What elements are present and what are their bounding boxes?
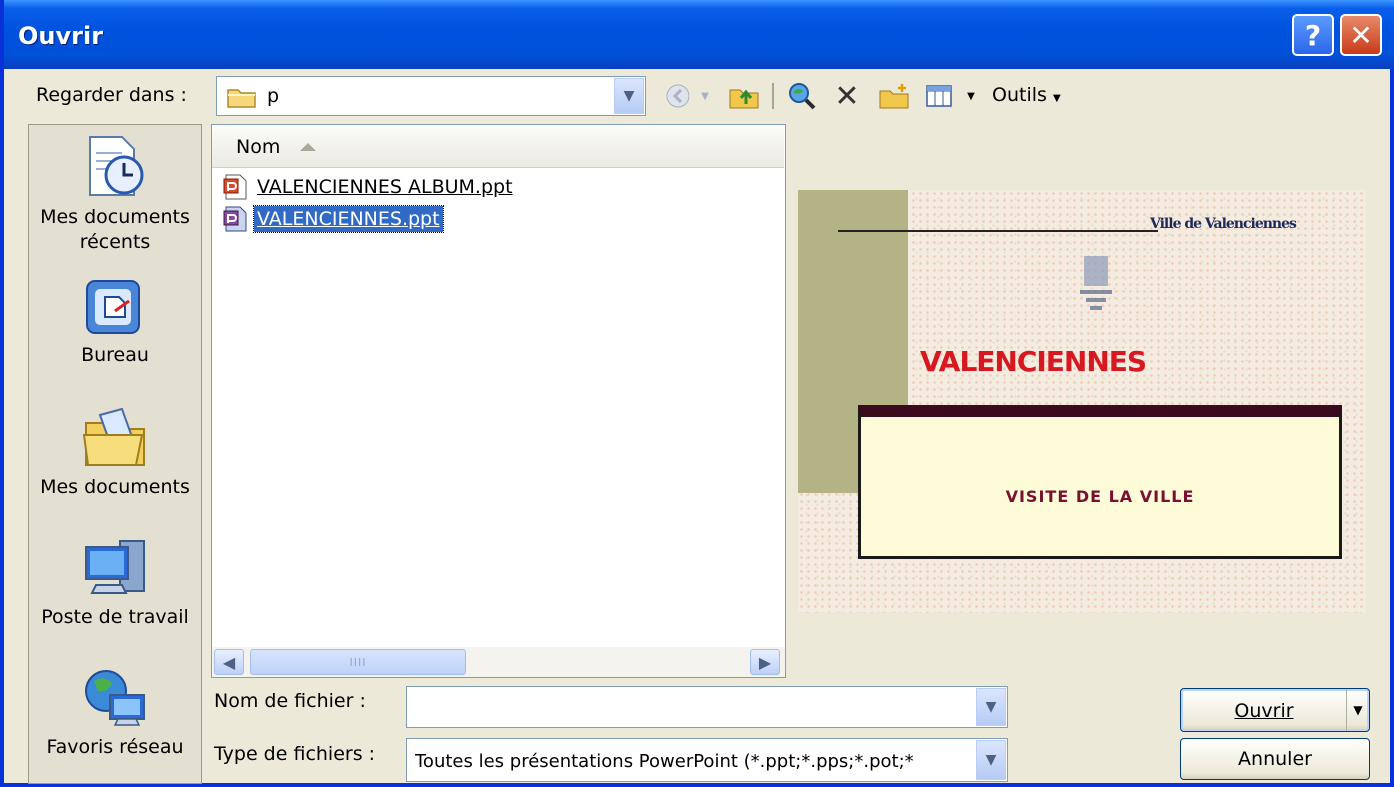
scroll-thumb[interactable]: IIII — [250, 649, 466, 675]
chevron-down-icon[interactable]: ▼ — [614, 78, 644, 114]
file-name-input[interactable]: ▼ — [406, 686, 1008, 728]
sort-ascending-icon — [300, 143, 316, 151]
place-my-computer[interactable]: Poste de travail — [29, 535, 201, 630]
powerpoint-file-icon — [223, 174, 247, 200]
file-list[interactable]: Nom VALENCIENNES ALBUM.ppt VALENCIENNES.… — [211, 124, 786, 678]
scroll-left-button[interactable]: ◀ — [214, 649, 244, 675]
views-icon[interactable] — [922, 78, 956, 114]
open-button-label: Ouvrir — [1234, 700, 1294, 722]
close-button[interactable]: ✕ — [1340, 14, 1382, 56]
network-places-icon — [85, 670, 145, 726]
place-label: Favoris réseau — [46, 736, 184, 758]
help-button[interactable]: ? — [1292, 14, 1334, 56]
city-crest-icon — [1080, 256, 1112, 310]
preview-logo: Ville de Valenciennes — [1150, 216, 1297, 232]
views-dropdown-icon[interactable]: ▼ — [962, 78, 980, 114]
file-name-label: Nom de fichier : — [214, 690, 366, 712]
close-icon: ✕ — [1349, 18, 1373, 52]
help-icon: ? — [1304, 18, 1322, 52]
look-in-combo[interactable]: p ▼ — [216, 76, 646, 116]
places-bar: Mes documents récents Bureau Mes documen… — [28, 124, 202, 784]
place-label: Bureau — [81, 344, 149, 366]
my-documents-icon — [82, 407, 145, 466]
column-header-name[interactable]: Nom — [212, 125, 784, 168]
horizontal-scrollbar[interactable]: ◀ IIII ▶ — [212, 647, 785, 677]
list-item[interactable]: VALENCIENNES.ppt — [222, 203, 444, 235]
chevron-down-icon: ▼ — [1052, 93, 1061, 104]
toolbar-separator — [770, 78, 776, 114]
tools-label: Outils — [992, 84, 1047, 106]
place-label: Poste de travail — [41, 606, 189, 628]
file-type-value: Toutes les présentations PowerPoint (*.p… — [415, 751, 914, 772]
tools-menu[interactable]: Outils ▼ — [992, 84, 1061, 106]
look-in-value: p — [267, 85, 280, 107]
preview-title: VALENCIENNES — [920, 345, 1147, 378]
place-desktop[interactable]: Bureau — [29, 275, 201, 368]
file-name: VALENCIENNES.ppt — [253, 205, 444, 233]
file-preview: Ville de Valenciennes VALENCIENNES VISIT… — [798, 190, 1366, 613]
scroll-thumb-grip: IIII — [349, 655, 367, 669]
open-options-dropdown[interactable]: ▼ — [1346, 689, 1369, 731]
preview-subtitle: VISITE DE LA VILLE — [1005, 487, 1195, 506]
place-network[interactable]: Favoris réseau — [29, 665, 201, 760]
recent-documents-icon — [89, 136, 144, 196]
place-recent-documents[interactable]: Mes documents récents — [29, 131, 201, 255]
cancel-button[interactable]: Annuler — [1180, 738, 1370, 780]
scroll-right-button[interactable]: ▶ — [750, 649, 780, 675]
search-web-icon[interactable] — [784, 78, 820, 114]
back-dropdown-icon[interactable]: ▼ — [696, 78, 714, 114]
open-dialog: Ouvrir ? ✕ Regarder dans : p ▼ ▼ ✕ ▼ Out… — [0, 0, 1394, 787]
preview-rule — [838, 230, 1158, 232]
window-title: Ouvrir — [18, 22, 104, 50]
delete-icon[interactable]: ✕ — [830, 78, 864, 114]
powerpoint-file-icon — [223, 206, 247, 232]
look-in-label: Regarder dans : — [36, 84, 187, 106]
place-label: Mes documents — [40, 476, 190, 498]
chevron-down-icon: ▼ — [1353, 703, 1363, 717]
new-folder-icon[interactable] — [876, 78, 912, 114]
preview-subtitle-box: VISITE DE LA VILLE — [858, 405, 1342, 559]
place-my-documents[interactable]: Mes documents — [29, 405, 201, 500]
chevron-down-icon[interactable]: ▼ — [976, 688, 1006, 726]
chevron-down-icon[interactable]: ▼ — [976, 740, 1006, 780]
back-icon[interactable] — [662, 78, 694, 114]
chevron-left-icon: ◀ — [222, 652, 236, 672]
cancel-button-label: Annuler — [1238, 748, 1312, 770]
file-name: VALENCIENNES ALBUM.ppt — [257, 176, 513, 198]
file-type-label: Type de fichiers : — [214, 743, 376, 765]
open-button[interactable]: Ouvrir ▼ — [1180, 688, 1370, 732]
column-header-label: Nom — [236, 136, 281, 158]
title-bar[interactable]: Ouvrir ? ✕ — [4, 0, 1394, 69]
file-type-select[interactable]: Toutes les présentations PowerPoint (*.p… — [406, 738, 1008, 782]
up-folder-icon[interactable] — [726, 78, 762, 114]
place-label: Mes documents récents — [40, 206, 190, 253]
my-computer-icon — [85, 540, 145, 594]
list-item[interactable]: VALENCIENNES ALBUM.ppt — [222, 171, 516, 203]
folder-icon — [227, 89, 256, 108]
desktop-icon — [86, 280, 140, 334]
chevron-right-icon: ▶ — [758, 652, 772, 672]
